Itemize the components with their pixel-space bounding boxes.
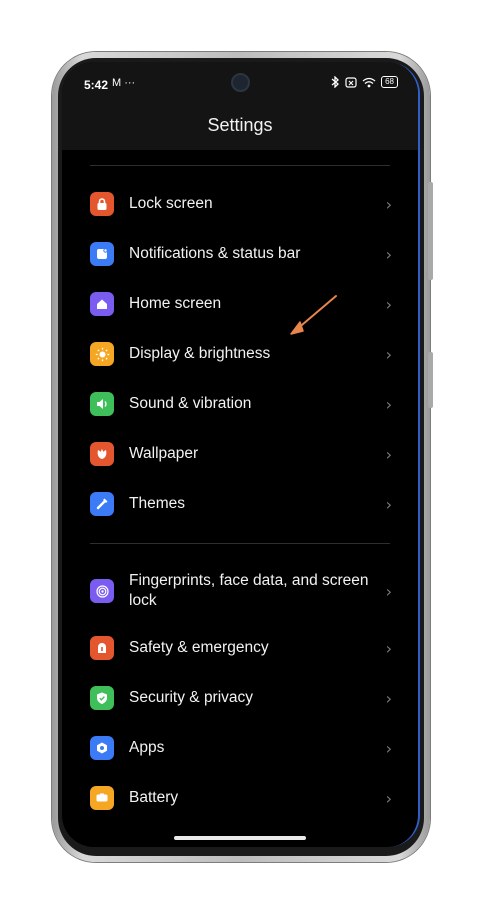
annotation-arrow <box>290 295 337 335</box>
